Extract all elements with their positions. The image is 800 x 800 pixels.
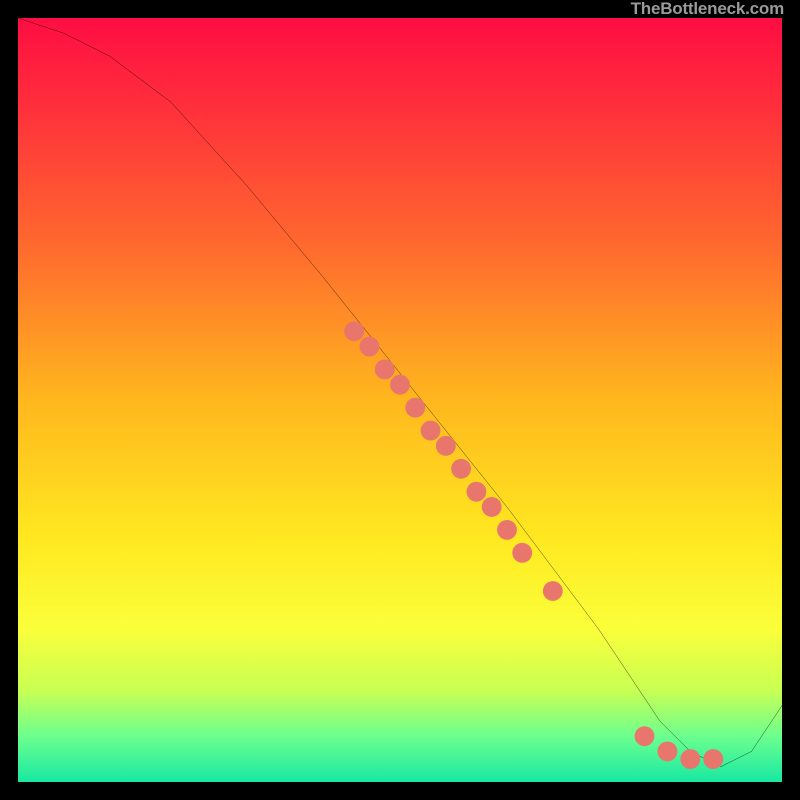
scatter-dot [497,520,517,540]
watermark-text: TheBottleneck.com [631,0,784,18]
scatter-dot [421,421,441,441]
chart-frame: TheBottleneck.com [0,0,800,800]
scatter-dot [657,742,677,762]
scatter-dot [680,749,700,769]
scatter-dot [375,360,395,380]
scatter-dot [344,321,364,341]
scatter-dot [360,337,380,357]
scatter-dot [436,436,456,456]
scatter-dot [635,726,655,746]
scatter-dot [703,749,723,769]
bottleneck-line-chart [18,18,782,782]
scatter-dot [390,375,410,395]
scatter-dot [512,543,532,563]
scatter-dot [543,581,563,601]
scatter-dot [451,459,471,479]
scatter-dot [466,482,486,502]
scatter-dot [482,497,502,517]
scatter-dot [405,398,425,418]
scatter-dots [344,321,723,769]
